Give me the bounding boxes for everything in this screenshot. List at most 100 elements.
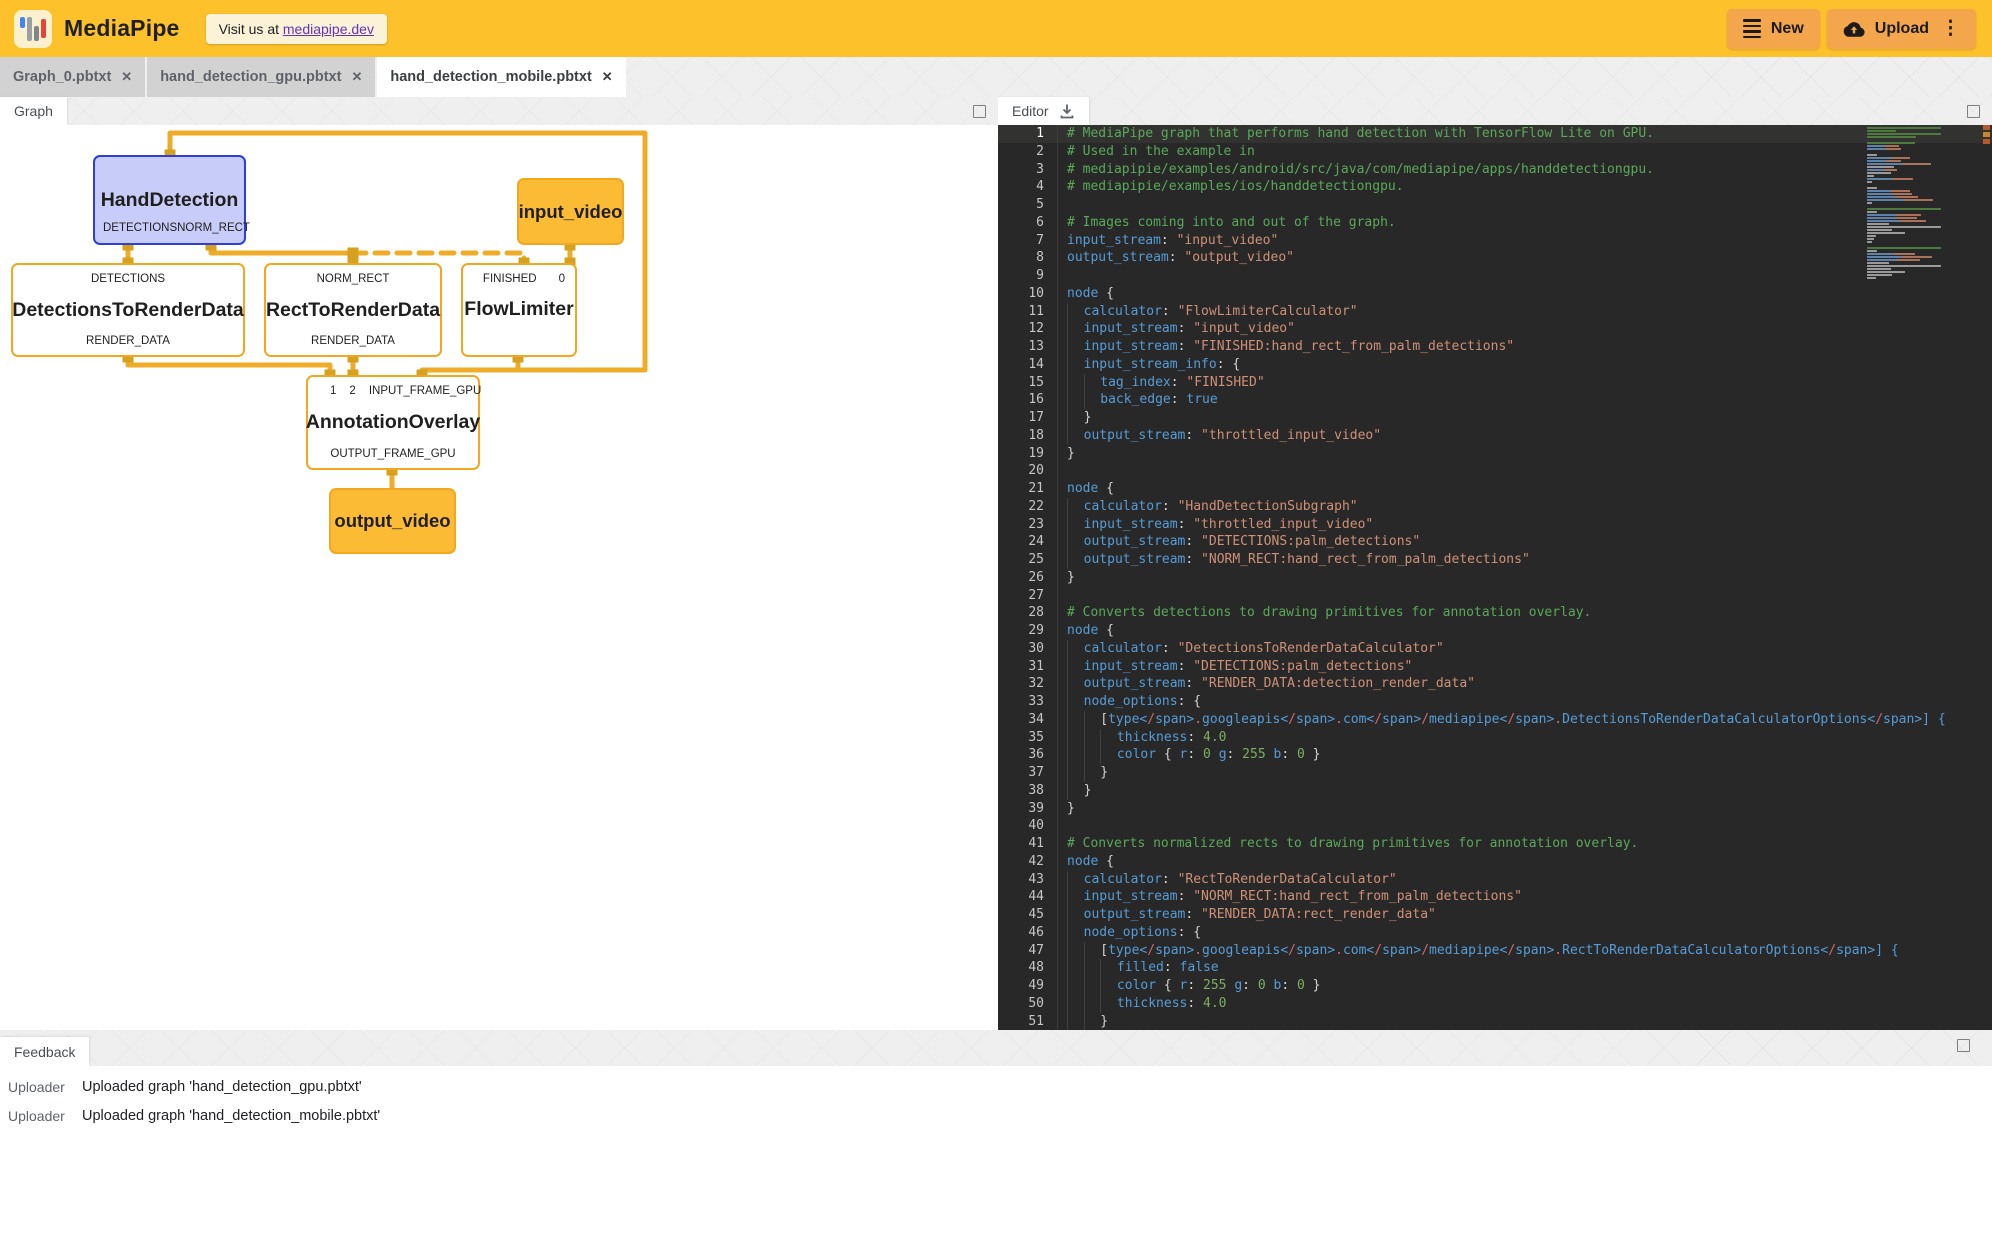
code-line[interactable]: 5 [998, 196, 1992, 214]
file-tab-hand-detection-mobile[interactable]: hand_detection_mobile.pbtxt ✕ [377, 57, 625, 97]
code-line[interactable]: 23input_stream: "throttled_input_video" [998, 516, 1992, 534]
code-editor[interactable]: 1# MediaPipe graph that performs hand de… [998, 125, 1992, 1030]
code-line[interactable]: 24output_stream: "DETECTIONS:palm_detect… [998, 533, 1992, 551]
expand-feedback-icon[interactable] [1957, 1039, 1970, 1052]
code-line[interactable]: 10node { [998, 285, 1992, 303]
port-label: RENDER_DATA [86, 335, 170, 347]
code-line[interactable]: 46node_options: { [998, 924, 1992, 942]
code-line[interactable]: 31input_stream: "DETECTIONS:palm_detecti… [998, 658, 1992, 676]
code-line[interactable]: 48filled: false [998, 959, 1992, 977]
graph-panel: Graph [0, 97, 998, 1030]
code-line[interactable]: 32output_stream: "RENDER_DATA:detection_… [998, 675, 1992, 693]
feedback-row: Uploader Uploaded graph 'hand_detection_… [0, 1101, 1992, 1130]
feedback-panel-tab[interactable]: Feedback [0, 1037, 89, 1066]
file-tab-label: hand_detection_gpu.pbtxt [160, 69, 341, 85]
node-input-video[interactable]: input_video [517, 178, 624, 245]
code-line[interactable]: 35thickness: 4.0 [998, 729, 1992, 747]
node-detections-to-render-data[interactable]: DETECTIONS DetectionsToRenderData RENDER… [11, 263, 245, 357]
node-hand-detection[interactable]: HandDetection DETECTIONS NORM_RECT [93, 155, 246, 245]
file-tab-bar: Graph_0.pbtxt ✕ hand_detection_gpu.pbtxt… [0, 57, 1992, 97]
file-tab-graph-0[interactable]: Graph_0.pbtxt ✕ [0, 57, 145, 97]
code-line[interactable]: 21node { [998, 480, 1992, 498]
code-line[interactable]: 45output_stream: "RENDER_DATA:rect_rende… [998, 906, 1992, 924]
code-line[interactable]: 20 [998, 462, 1992, 480]
feedback-row: Uploader Uploaded graph 'hand_detection_… [0, 1072, 1992, 1101]
code-line[interactable]: 6# Images coming into and out of the gra… [998, 214, 1992, 232]
code-line[interactable]: 30calculator: "DetectionsToRenderDataCal… [998, 640, 1992, 658]
mediapipe-logo [14, 10, 52, 48]
close-icon[interactable]: ✕ [351, 69, 362, 85]
node-annotation-overlay[interactable]: 1 2 INPUT_FRAME_GPU AnnotationOverlay OU… [306, 375, 480, 470]
download-icon[interactable] [1059, 103, 1075, 119]
code-line[interactable]: 34[type</span>.googleapis</span>.com</sp… [998, 711, 1992, 729]
code-line[interactable]: 28# Converts detections to drawing primi… [998, 604, 1992, 622]
code-line[interactable]: 22calculator: "HandDetectionSubgraph" [998, 498, 1992, 516]
close-icon[interactable]: ✕ [602, 69, 613, 85]
code-line[interactable]: 2# Used in the example in [998, 143, 1992, 161]
port-label: OUTPUT_FRAME_GPU [330, 448, 455, 460]
code-line[interactable]: 26} [998, 569, 1992, 587]
node-title: AnnotationOverlay [306, 411, 480, 434]
code-line[interactable]: 19} [998, 445, 1992, 463]
code-line[interactable]: 4# mediapipie/examples/ios/handdetection… [998, 178, 1992, 196]
code-line[interactable]: 33node_options: { [998, 693, 1992, 711]
mediapipe-visualizer: MediaPipe Visit us at mediapipe.dev New … [0, 0, 1992, 1236]
code-line[interactable]: 43calculator: "RectToRenderDataCalculato… [998, 871, 1992, 889]
code-line[interactable]: 38} [998, 782, 1992, 800]
code-line[interactable]: 50thickness: 4.0 [998, 995, 1992, 1013]
code-line[interactable]: 17} [998, 409, 1992, 427]
code-line[interactable]: 3# mediapipie/examples/android/src/java/… [998, 161, 1992, 179]
minimap[interactable] [1867, 127, 1945, 280]
code-line[interactable]: 7input_stream: "input_video" [998, 232, 1992, 250]
code-line[interactable]: 41# Converts normalized rects to drawing… [998, 835, 1992, 853]
port-label: 2 [349, 385, 355, 397]
app-title: MediaPipe [64, 15, 180, 42]
code-line[interactable]: 51} [998, 1013, 1992, 1031]
new-button[interactable]: New [1727, 9, 1820, 49]
upload-button[interactable]: Upload ⋮ [1827, 9, 1976, 49]
node-title: HandDetection [95, 189, 244, 212]
code-line[interactable]: 42node { [998, 853, 1992, 871]
code-line[interactable]: 27 [998, 587, 1992, 605]
expand-editor-icon[interactable] [1967, 105, 1980, 118]
kebab-icon[interactable]: ⋮ [1941, 17, 1960, 40]
node-flow-limiter[interactable]: FINISHED 0 FlowLimiter [461, 263, 577, 357]
code-line[interactable]: 49color { r: 255 g: 0 b: 0 } [998, 977, 1992, 995]
code-line[interactable]: 14input_stream_info: { [998, 356, 1992, 374]
code-line[interactable]: 44input_stream: "NORM_RECT:hand_rect_fro… [998, 888, 1992, 906]
code-line[interactable]: 25output_stream: "NORM_RECT:hand_rect_fr… [998, 551, 1992, 569]
code-line[interactable]: 12input_stream: "input_video" [998, 320, 1992, 338]
upload-button-label: Upload [1875, 20, 1929, 38]
node-title: output_video [334, 510, 450, 532]
port-label: 1 [330, 385, 336, 397]
code-line[interactable]: 9 [998, 267, 1992, 285]
code-line[interactable]: 39} [998, 800, 1992, 818]
node-rect-to-render-data[interactable]: NORM_RECT RectToRenderData RENDER_DATA [264, 263, 442, 357]
graph-panel-tab[interactable]: Graph [0, 97, 67, 125]
node-output-video[interactable]: output_video [329, 488, 456, 554]
code-line[interactable]: 18output_stream: "throttled_input_video" [998, 427, 1992, 445]
overview-ruler[interactable] [1983, 125, 1991, 146]
editor-panel-tab[interactable]: Editor [998, 97, 1089, 125]
code-line[interactable]: 47[type</span>.googleapis</span>.com</sp… [998, 942, 1992, 960]
code-line[interactable]: 16back_edge: true [998, 391, 1992, 409]
code-line[interactable]: 11calculator: "FlowLimiterCalculator" [998, 303, 1992, 321]
file-tab-hand-detection-gpu[interactable]: hand_detection_gpu.pbtxt ✕ [147, 57, 375, 97]
main-area: Graph [0, 97, 1992, 1030]
expand-graph-icon[interactable] [973, 105, 986, 118]
code-line[interactable]: 37} [998, 764, 1992, 782]
visit-link[interactable]: mediapipe.dev [283, 21, 374, 37]
visit-text: Visit us at [219, 21, 283, 37]
code-line[interactable]: 36color { r: 0 g: 255 b: 0 } [998, 746, 1992, 764]
app-header: MediaPipe Visit us at mediapipe.dev New … [0, 0, 1992, 57]
code-line[interactable]: 40 [998, 817, 1992, 835]
code-line[interactable]: 29node { [998, 622, 1992, 640]
code-line[interactable]: 15tag_index: "FINISHED" [998, 374, 1992, 392]
code-line[interactable]: 1# MediaPipe graph that performs hand de… [998, 125, 1992, 143]
graph-panel-strip: Graph [0, 97, 998, 125]
code-line[interactable]: 8output_stream: "output_video" [998, 249, 1992, 267]
graph-canvas[interactable]: HandDetection DETECTIONS NORM_RECT input… [0, 125, 998, 1030]
code-line[interactable]: 13input_stream: "FINISHED:hand_rect_from… [998, 338, 1992, 356]
close-icon[interactable]: ✕ [121, 69, 132, 85]
menu-icon [1743, 19, 1761, 38]
